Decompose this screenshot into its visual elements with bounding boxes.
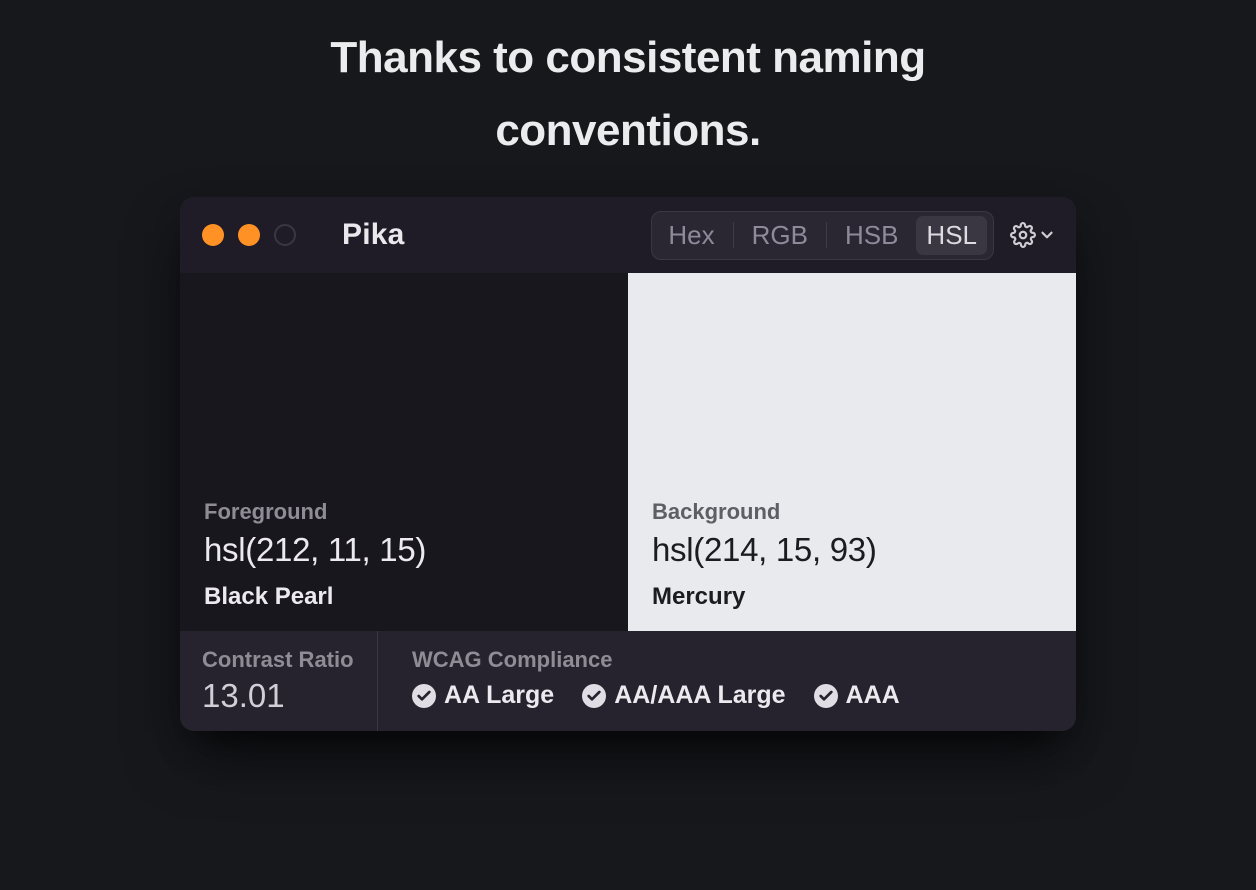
contrast-value: 13.01 bbox=[202, 677, 357, 715]
format-divider bbox=[826, 222, 827, 248]
color-panels: Foreground hsl(212, 11, 15) Black Pearl … bbox=[180, 273, 1076, 631]
format-tab-hsl[interactable]: HSL bbox=[916, 216, 987, 255]
wcag-badge-aa-large: AA Large bbox=[412, 681, 554, 710]
titlebar: Pika Hex RGB HSB HSL bbox=[180, 197, 1076, 273]
foreground-label: Foreground bbox=[204, 499, 604, 525]
check-icon bbox=[814, 684, 838, 708]
wcag-badge-aaa: AAA bbox=[814, 681, 900, 710]
background-panel[interactable]: Background hsl(214, 15, 93) Mercury bbox=[628, 273, 1076, 631]
background-label: Background bbox=[652, 499, 1052, 525]
gear-icon bbox=[1010, 222, 1036, 248]
page-heading-line2: conventions. bbox=[495, 106, 760, 155]
wcag-badge-label: AA Large bbox=[444, 681, 554, 710]
wcag-badge-label: AA/AAA Large bbox=[614, 681, 785, 710]
app-window: Pika Hex RGB HSB HSL bbox=[180, 197, 1076, 731]
traffic-lights bbox=[202, 224, 296, 246]
background-value: hsl(214, 15, 93) bbox=[652, 531, 1052, 569]
minimize-button[interactable] bbox=[238, 224, 260, 246]
format-tab-rgb[interactable]: RGB bbox=[742, 216, 818, 255]
footer: Contrast Ratio 13.01 WCAG Compliance AA … bbox=[180, 631, 1076, 731]
foreground-panel[interactable]: Foreground hsl(212, 11, 15) Black Pearl bbox=[180, 273, 628, 631]
close-button[interactable] bbox=[202, 224, 224, 246]
page-heading-line1: Thanks to consistent naming bbox=[330, 33, 925, 82]
check-icon bbox=[412, 684, 436, 708]
format-divider bbox=[733, 222, 734, 248]
chevron-down-icon bbox=[1038, 226, 1056, 244]
wcag-badges: AA Large AA/AAA Large AAA bbox=[412, 681, 1056, 710]
page-heading: Thanks to consistent naming conventions. bbox=[0, 22, 1256, 167]
wcag-badge-label: AAA bbox=[846, 681, 900, 710]
maximize-button[interactable] bbox=[274, 224, 296, 246]
settings-menu-button[interactable] bbox=[1004, 218, 1058, 252]
contrast-label: Contrast Ratio bbox=[202, 647, 357, 673]
titlebar-right: Hex RGB HSB HSL bbox=[651, 211, 1058, 260]
contrast-block: Contrast Ratio 13.01 bbox=[180, 631, 378, 731]
format-tab-hsb[interactable]: HSB bbox=[835, 216, 908, 255]
check-icon bbox=[582, 684, 606, 708]
foreground-color-name: Black Pearl bbox=[204, 583, 604, 611]
background-color-name: Mercury bbox=[652, 583, 1052, 611]
foreground-value: hsl(212, 11, 15) bbox=[204, 531, 604, 569]
wcag-badge-aa-aaa-large: AA/AAA Large bbox=[582, 681, 785, 710]
app-title: Pika bbox=[342, 218, 405, 252]
wcag-block: WCAG Compliance AA Large AA/AAA Large bbox=[378, 631, 1076, 731]
format-segmented-control: Hex RGB HSB HSL bbox=[651, 211, 994, 260]
format-tab-hex[interactable]: Hex bbox=[658, 216, 724, 255]
wcag-label: WCAG Compliance bbox=[412, 647, 1056, 673]
